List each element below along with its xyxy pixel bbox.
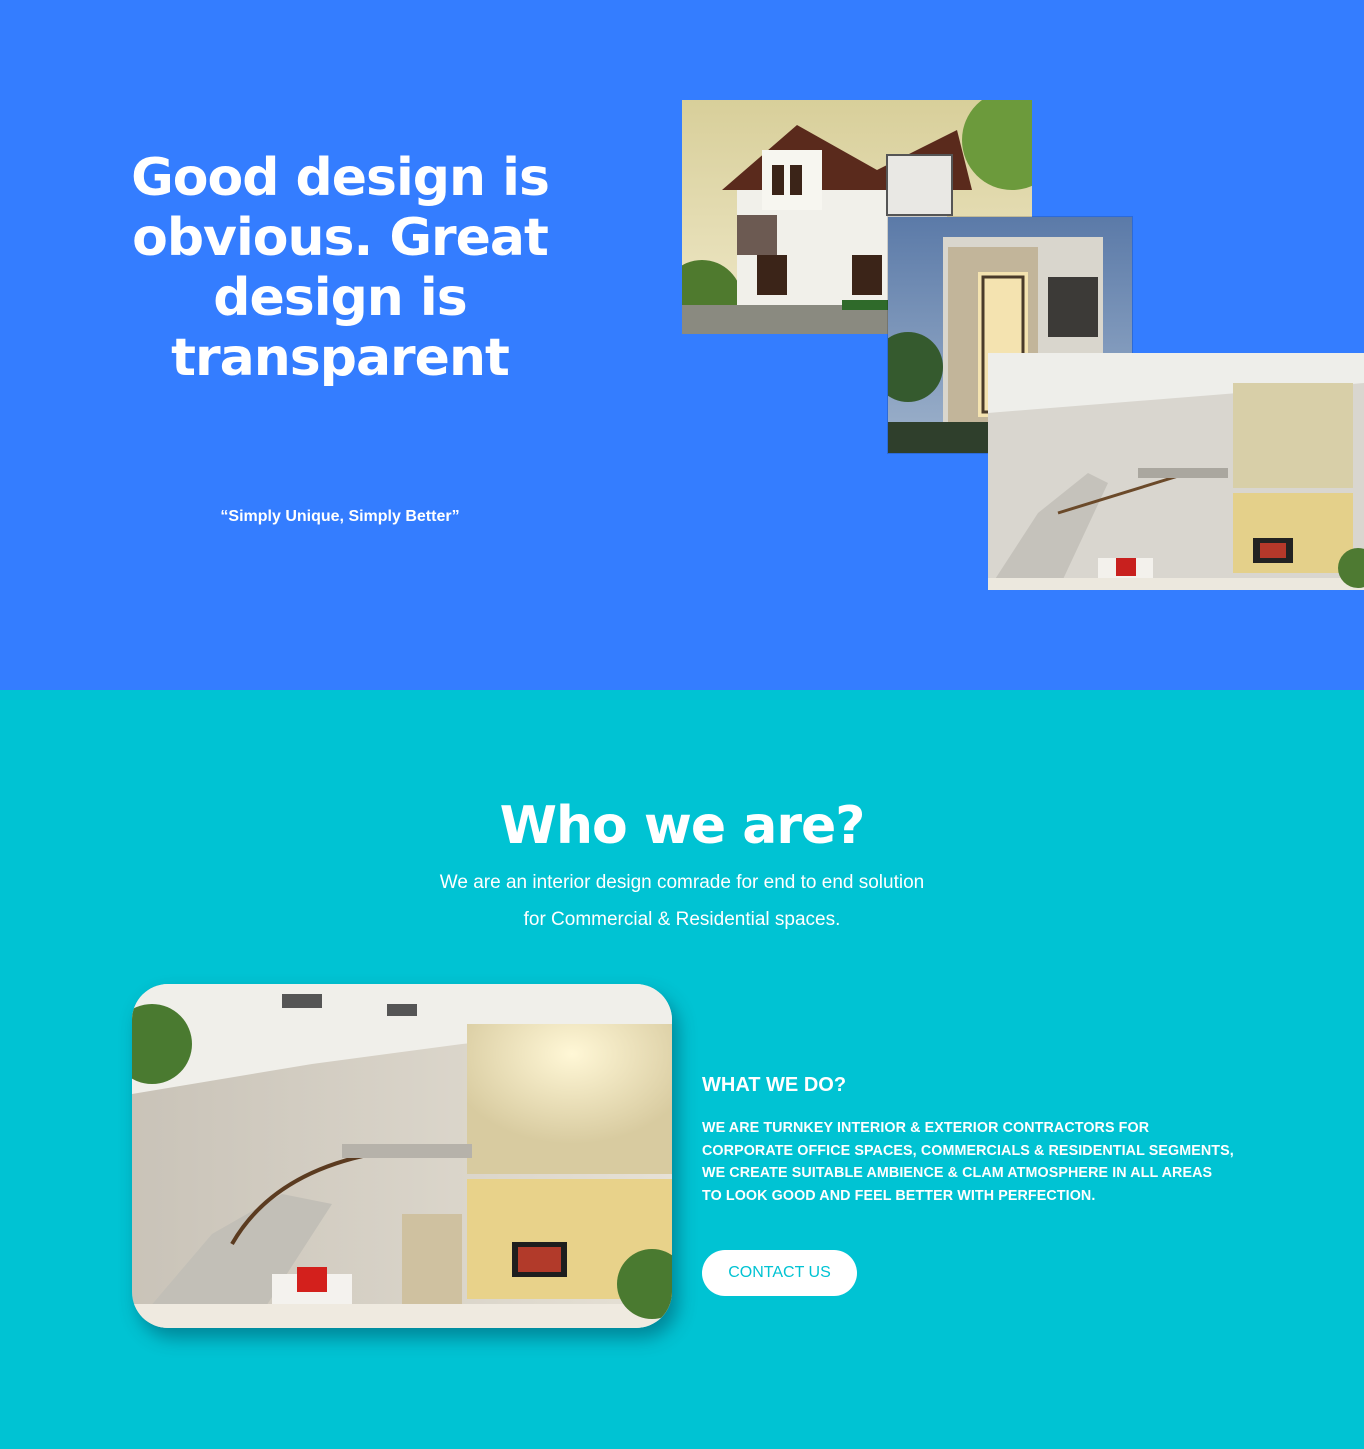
interior-showcase-photo — [132, 984, 672, 1328]
living-room-interior-photo — [988, 353, 1364, 590]
what-we-do-line: CORPORATE OFFICE SPACES, COMMERCIALS & R… — [702, 1142, 1234, 1159]
hero-title-line: Good design is — [131, 148, 550, 208]
hero-section: Good design is obvious. Great design is … — [0, 0, 1364, 690]
what-we-do-line: WE CREATE SUITABLE AMBIENCE & CLAM ATMOS… — [702, 1165, 1213, 1182]
contact-us-button[interactable]: CONTACT US — [702, 1250, 857, 1296]
hero-title-line: transparent — [171, 328, 510, 388]
subtitle-line: We are an interior design comrade for en… — [439, 872, 925, 893]
subtitle-line: for Commercial & Residential spaces. — [523, 909, 841, 930]
who-we-are-section: Who we are? We are an interior design co… — [0, 690, 1364, 1449]
hero-title: Good design is obvious. Great design is … — [100, 148, 580, 388]
hero-title-line: design is — [213, 268, 467, 328]
who-we-are-subtitle: We are an interior design comrade for en… — [332, 864, 1032, 938]
what-we-do-title: WHAT WE DO? — [702, 1074, 847, 1096]
hero-tagline: “Simply Unique, Simply Better” — [220, 508, 460, 525]
hero-title-line: obvious. Great — [132, 208, 549, 268]
what-we-do-line: WE ARE TURNKEY INTERIOR & EXTERIOR CONTR… — [702, 1120, 1150, 1136]
what-we-do-line: TO LOOK GOOD AND FEEL BETTER WITH PERFEC… — [702, 1188, 1096, 1205]
what-we-do-text: WE ARE TURNKEY INTERIOR & EXTERIOR CONTR… — [702, 1117, 1262, 1208]
who-we-are-title: Who we are? — [499, 796, 866, 856]
